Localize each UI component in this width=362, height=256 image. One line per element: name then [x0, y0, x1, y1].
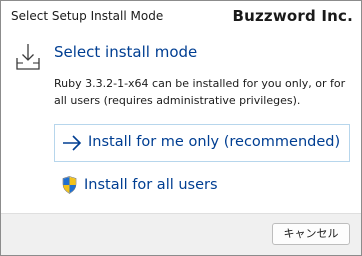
install-for-me-label: Install for me only (recommended): [88, 134, 341, 150]
install-for-all-label: Install for all users: [84, 177, 218, 193]
setup-dialog: Select Setup Install Mode Buzzword Inc. …: [0, 0, 362, 256]
brand-name: Buzzword Inc.: [232, 7, 353, 25]
title-bar: Select Setup Install Mode Buzzword Inc.: [1, 1, 361, 33]
install-for-all-option[interactable]: Install for all users: [54, 173, 350, 199]
page-heading: Select install mode: [54, 43, 198, 61]
install-tray-icon: [16, 44, 40, 70]
install-description: Ruby 3.3.2-1-x64 can be installed for yo…: [54, 77, 346, 107]
arrow-right-icon: [63, 135, 82, 151]
cancel-button[interactable]: キャンセル: [272, 223, 350, 245]
window-title: Select Setup Install Mode: [11, 9, 164, 23]
dialog-footer: キャンセル: [1, 213, 361, 255]
install-for-me-option[interactable]: Install for me only (recommended): [54, 124, 350, 162]
uac-shield-icon: [62, 176, 77, 194]
